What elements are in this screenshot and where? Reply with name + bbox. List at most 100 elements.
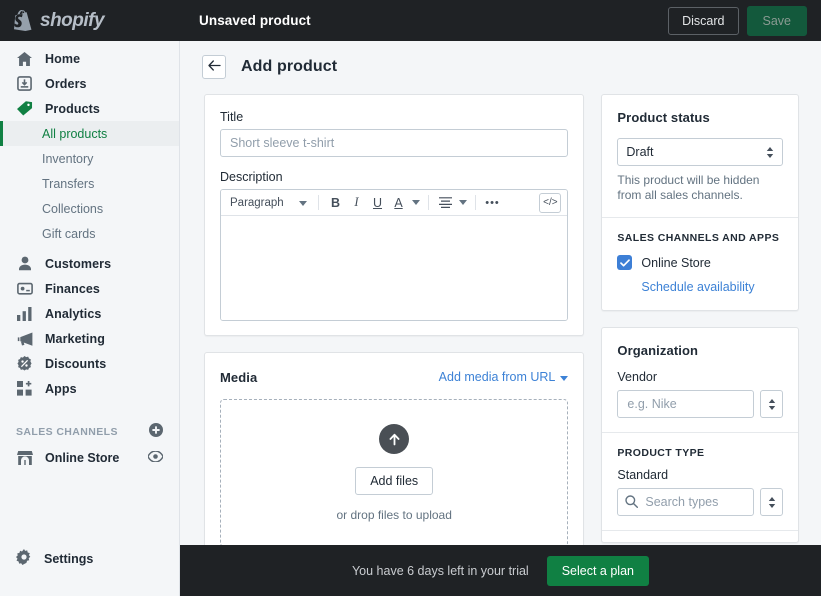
brand-logo[interactable]: shopify — [0, 0, 180, 41]
page-header: Add product — [181, 41, 821, 79]
text-color-icon[interactable]: A — [389, 193, 408, 213]
sidebar-item-inventory[interactable]: Inventory — [0, 146, 179, 171]
standard-label: Standard — [617, 468, 669, 482]
marketing-megaphone-icon — [16, 330, 33, 347]
align-chevron-down-icon[interactable] — [457, 193, 468, 213]
upload-arrow-icon — [379, 424, 410, 454]
editor-toolbar: Paragraph B I U A ••• </> — [221, 190, 568, 216]
sidebar-item-collections[interactable]: Collections — [0, 196, 179, 221]
stepper-arrows-icon — [766, 146, 774, 158]
shopify-bag-icon — [14, 10, 33, 31]
product-status-select[interactable]: Draft — [617, 138, 783, 166]
sidebar-item-apps[interactable]: Apps — [0, 376, 179, 401]
title-input[interactable] — [220, 129, 569, 157]
sidebar-item-online-store[interactable]: Online Store — [0, 445, 179, 471]
product-status-title: Product status — [617, 110, 710, 125]
sidebar-item-label: Home — [45, 51, 81, 66]
orders-inbox-icon — [16, 75, 33, 92]
sidebar-item-home[interactable]: Home — [0, 46, 179, 71]
sidebar-item-label: Marketing — [45, 331, 105, 346]
code-view-icon[interactable]: </> — [539, 192, 562, 213]
description-label: Description — [220, 170, 283, 184]
products-tag-icon — [16, 100, 33, 117]
toolbar-divider — [318, 195, 319, 210]
back-button[interactable] — [202, 55, 226, 79]
sidebar-item-marketing[interactable]: Marketing — [0, 326, 179, 351]
sidebar-item-products[interactable]: Products — [0, 96, 179, 121]
apps-grid-plus-icon — [16, 380, 33, 397]
eye-icon[interactable] — [147, 449, 164, 467]
organization-next-block — [602, 530, 798, 542]
sidebar-item-analytics[interactable]: Analytics — [0, 301, 179, 326]
sales-channels-apps-heading: SALES CHANNELS AND APPS — [617, 232, 780, 244]
trial-banner: You have 6 days left in your trial Selec… — [180, 545, 821, 596]
save-button[interactable]: Save — [746, 5, 807, 36]
sidebar-primary-nav: Home Orders Products All products Invent… — [0, 41, 179, 401]
online-store-checkbox-row[interactable]: Online Store — [617, 255, 783, 270]
online-store-checkbox[interactable] — [617, 254, 633, 272]
online-store-label: Online Store — [641, 255, 711, 270]
left-column: Title Description Paragraph — [204, 94, 585, 578]
product-status-value: Draft — [626, 145, 654, 159]
vendor-input[interactable] — [617, 390, 754, 418]
text-color-chevron-down-icon[interactable] — [410, 193, 421, 213]
product-type-stepper-arrows-icon[interactable] — [760, 488, 783, 516]
plus-circle-icon[interactable] — [149, 422, 163, 442]
select-a-plan-button[interactable]: Select a plan — [546, 555, 649, 586]
top-bar-actions: Discard Save — [668, 5, 821, 36]
gear-icon — [16, 548, 32, 570]
underline-icon[interactable]: U — [368, 193, 387, 213]
sidebar-item-finances[interactable]: Finances — [0, 276, 179, 301]
finances-card-icon — [16, 280, 33, 297]
search-icon — [625, 495, 639, 513]
add-media-from-url-label: Add media from URL — [438, 370, 556, 384]
sidebar-item-discounts[interactable]: Discounts — [0, 351, 179, 376]
sidebar-item-label: Customers — [45, 256, 112, 271]
italic-icon[interactable]: I — [347, 193, 366, 213]
sidebar-subitem-label: Inventory — [42, 151, 94, 166]
schedule-availability-link[interactable]: Schedule availability — [641, 280, 754, 294]
sidebar-item-orders[interactable]: Orders — [0, 71, 179, 96]
media-dropzone[interactable]: Add files or drop files to upload — [220, 399, 569, 547]
product-status-card: Product status Draft This product will b… — [601, 94, 799, 311]
customers-person-icon — [16, 255, 33, 272]
ellipsis-icon[interactable]: ••• — [483, 193, 502, 213]
vendor-stepper-arrows-icon[interactable] — [760, 390, 783, 418]
checkmark-icon — [620, 254, 630, 272]
content-columns: Title Description Paragraph — [181, 79, 821, 578]
toolbar-divider — [428, 195, 429, 210]
sales-channels-apps-block: SALES CHANNELS AND APPS Online Store Sch… — [602, 217, 798, 310]
description-editor: Paragraph B I U A ••• </> — [220, 189, 569, 321]
sidebar-item-customers[interactable]: Customers — [0, 251, 179, 276]
align-icon[interactable] — [436, 193, 455, 213]
discard-button[interactable]: Discard — [668, 6, 739, 35]
window-title: Unsaved product — [199, 13, 311, 28]
title-label: Title — [220, 110, 244, 124]
add-media-from-url-link[interactable]: Add media from URL — [439, 368, 569, 386]
sidebar-item-all-products[interactable]: All products — [0, 121, 179, 146]
sidebar-item-gift-cards[interactable]: Gift cards — [0, 221, 179, 246]
description-textarea[interactable] — [221, 216, 568, 320]
block-format-value: Paragraph — [230, 196, 284, 209]
page-title: Add product — [241, 58, 338, 75]
sidebar-item-label: Finances — [45, 281, 100, 296]
block-format-select[interactable]: Paragraph — [227, 193, 311, 213]
shopify-admin-window: shopify Unsaved product Discard Save Hom… — [0, 0, 821, 596]
vendor-label: Vendor — [617, 370, 658, 384]
sidebar-subitem-label: Transfers — [42, 176, 95, 191]
media-title: Media — [220, 369, 258, 385]
brand-wordmark: shopify — [40, 9, 105, 31]
sidebar-item-label: Settings — [44, 552, 94, 566]
add-files-button[interactable]: Add files — [355, 467, 434, 495]
discounts-percent-icon — [16, 355, 33, 372]
bold-icon[interactable]: B — [326, 193, 345, 213]
sidebar-item-label: Orders — [45, 76, 87, 91]
sidebar-item-label: Apps — [45, 381, 77, 396]
trial-message: You have 6 days left in your trial — [351, 563, 529, 578]
sidebar-item-label: Discounts — [45, 356, 107, 371]
sidebar-item-settings[interactable]: Settings — [0, 546, 180, 572]
analytics-bars-icon — [16, 305, 33, 322]
sidebar-item-transfers[interactable]: Transfers — [0, 171, 179, 196]
sales-channels-heading: SALES CHANNELS — [16, 426, 118, 438]
drop-hint-text: or drop files to upload — [336, 508, 452, 522]
